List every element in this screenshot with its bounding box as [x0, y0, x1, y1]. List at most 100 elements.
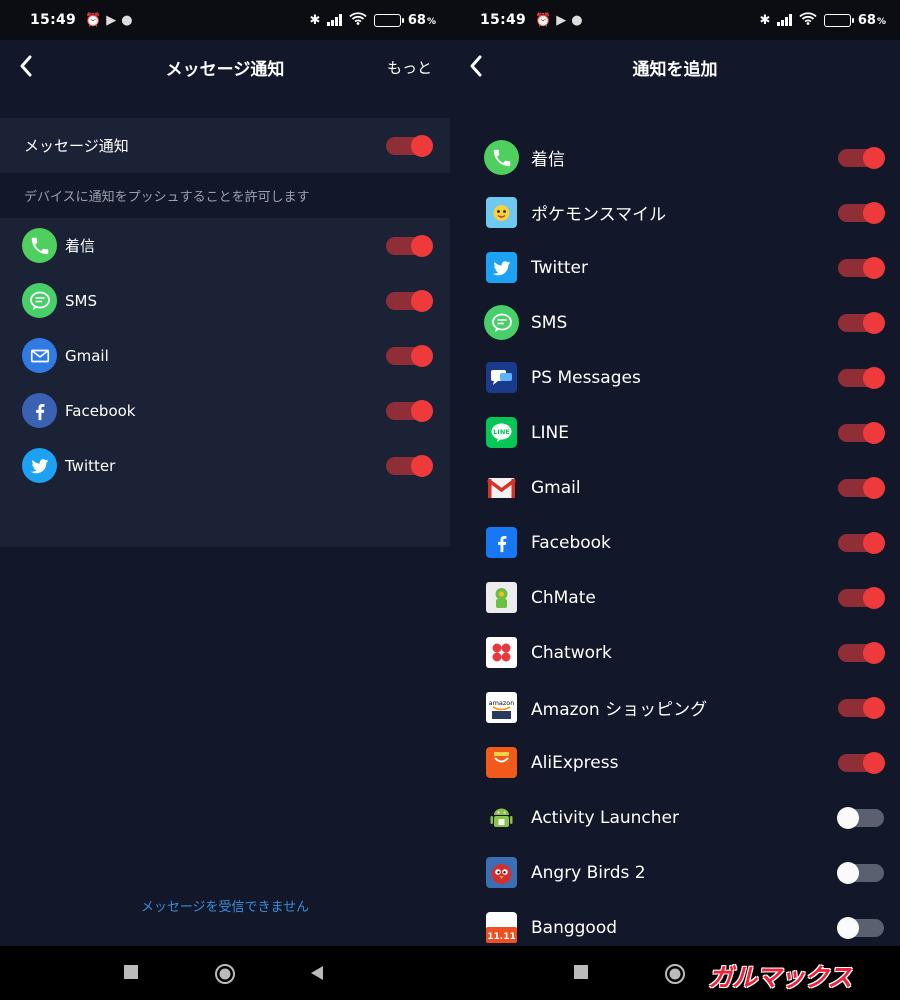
app-row-gmail: Gmail — [450, 460, 900, 515]
recents-button[interactable] — [124, 965, 139, 984]
app-notification-toggle[interactable] — [838, 751, 885, 774]
app-name: ポケモンスマイル — [531, 205, 667, 225]
app-name: Banggood — [531, 917, 618, 938]
twitter-icon — [22, 448, 57, 483]
app-notification-toggle[interactable] — [838, 531, 885, 554]
line-notification-icon: ● — [571, 12, 583, 28]
app-row-aliexpress: AliExpress — [450, 735, 900, 790]
app-row-facebook: Facebook — [450, 515, 900, 570]
signal-icon — [327, 14, 342, 26]
back-arrow-icon[interactable] — [14, 53, 40, 79]
watermark-logo: ガルマックス — [708, 963, 852, 992]
app-name: LINE — [531, 422, 569, 443]
add-notification-screen: 15:49 ⏰ ▶ ● ✱ 68% 通知を追加 着信ポケモンスマイル Twitte… — [450, 0, 900, 946]
status-bar: 15:49 ⏰ ▶ ● ✱ 68% — [0, 0, 450, 40]
facebook-icon — [486, 527, 517, 558]
app-name: Amazon ショッピング — [531, 700, 708, 720]
app-name: SMS — [531, 312, 568, 333]
svg-text:11.11: 11.11 — [487, 932, 515, 942]
page-title: メッセージ通知 — [165, 59, 285, 80]
app-notification-toggle[interactable] — [838, 476, 885, 499]
play-store-icon: ▶ — [556, 12, 567, 28]
status-time: 15:49 — [480, 12, 527, 28]
enabled-apps-list: 着信 SMS Gmail Facebook Twitter — [0, 218, 450, 547]
app-notification-toggle[interactable] — [386, 344, 433, 367]
angry-birds-icon — [486, 857, 517, 888]
wifi-icon — [799, 11, 817, 29]
alarm-off-icon: ⏰ — [535, 12, 552, 28]
app-notification-toggle[interactable] — [386, 289, 433, 312]
battery-percent: 68% — [407, 12, 436, 28]
home-button[interactable] — [664, 963, 686, 989]
app-notification-toggle[interactable] — [838, 201, 885, 224]
app-notification-toggle[interactable] — [838, 146, 885, 169]
app-row-banggood: 11.11 Banggood — [450, 900, 900, 946]
recents-button[interactable] — [574, 965, 589, 984]
cannot-receive-messages-link[interactable]: メッセージを受信できません — [0, 896, 450, 915]
app-name: Facebook — [531, 532, 611, 553]
chmate-icon — [486, 582, 517, 613]
app-notification-toggle[interactable] — [386, 234, 433, 257]
app-notification-toggle[interactable] — [838, 421, 885, 444]
status-time: 15:49 — [30, 12, 77, 28]
app-notification-toggle[interactable] — [838, 366, 885, 389]
app-row-chatwork: Chatwork — [450, 625, 900, 680]
android-icon — [486, 802, 517, 833]
app-notification-toggle[interactable] — [837, 861, 884, 884]
bluetooth-icon: ✱ — [309, 12, 321, 28]
app-notification-toggle[interactable] — [837, 806, 884, 829]
amazon-icon: amazon — [486, 692, 517, 723]
app-name: Twitter — [531, 257, 588, 278]
app-name: SMS — [65, 291, 97, 310]
battery-percent: 68% — [857, 12, 886, 28]
app-row-facebook: Facebook — [0, 383, 450, 438]
phone-icon — [22, 228, 57, 263]
app-notification-toggle[interactable] — [838, 696, 885, 719]
app-name: Facebook — [65, 401, 136, 420]
sms-icon — [22, 283, 57, 318]
app-row-ps-messages: PS Messages — [450, 350, 900, 405]
mail-icon — [22, 338, 57, 373]
app-notification-toggle[interactable] — [838, 586, 885, 609]
pokemon-smile-icon — [486, 197, 517, 228]
app-name: Twitter — [65, 456, 116, 475]
ps-messages-icon — [486, 362, 517, 393]
alarm-off-icon: ⏰ — [85, 12, 102, 28]
chatwork-icon — [486, 637, 517, 668]
message-notification-screen: 15:49 ⏰ ▶ ● ✱ 68% メッセージ通知 もっと メッセージ通知 デバ… — [0, 0, 450, 946]
app-name: AliExpress — [531, 752, 619, 773]
bluetooth-icon: ✱ — [759, 12, 771, 28]
phone-icon — [484, 140, 519, 175]
back-arrow-icon[interactable] — [464, 53, 490, 79]
app-name: Chatwork — [531, 642, 612, 663]
app-row-activity-launcher: Activity Launcher — [450, 790, 900, 845]
master-notification-toggle[interactable] — [386, 134, 433, 157]
app-notification-toggle[interactable] — [386, 399, 433, 422]
app-row-gmail: Gmail — [0, 328, 450, 383]
back-button[interactable] — [310, 965, 324, 985]
app-notification-toggle[interactable] — [386, 454, 433, 477]
app-name: Gmail — [531, 477, 581, 498]
app-list: 着信ポケモンスマイル Twitter SMS PS Messages LINE LINE G… — [450, 130, 900, 946]
line-icon: LINE — [486, 417, 517, 448]
signal-icon — [777, 14, 792, 26]
app-name: Activity Launcher — [531, 807, 679, 828]
page-title: 通知を追加 — [632, 59, 718, 80]
app-notification-toggle[interactable] — [837, 916, 884, 939]
wifi-icon — [349, 11, 367, 29]
app-notification-toggle[interactable] — [838, 256, 885, 279]
gmail-icon — [486, 472, 517, 503]
app-row-sms: SMS — [0, 273, 450, 328]
app-notification-toggle[interactable] — [838, 311, 885, 334]
sms-icon — [484, 305, 519, 340]
app-notification-toggle[interactable] — [838, 641, 885, 664]
app-name: Angry Birds 2 — [531, 862, 646, 883]
app-row-twitter: Twitter — [0, 438, 450, 493]
aliexpress-icon — [486, 747, 517, 778]
twitter-icon — [486, 252, 517, 283]
svg-text:LINE: LINE — [493, 428, 509, 436]
app-name: PS Messages — [531, 367, 641, 388]
more-button[interactable]: もっと — [387, 57, 432, 78]
home-button[interactable] — [214, 963, 236, 989]
app-name: 着信 — [531, 150, 565, 170]
